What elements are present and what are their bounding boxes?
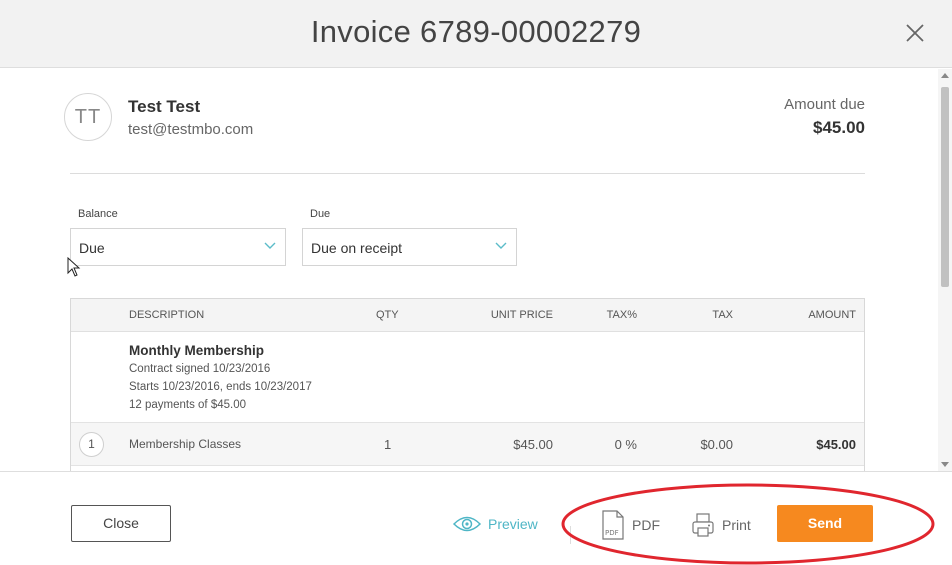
- amount-due-value: $45.00: [813, 118, 865, 137]
- table-row: 1 Membership Classes 1 $45.00 0 % $0.00 …: [71, 422, 864, 466]
- balance-label: Balance: [78, 208, 118, 220]
- scrollbar[interactable]: [938, 69, 952, 471]
- item-detail: Contract signed 10/23/2016: [129, 363, 271, 375]
- due-select[interactable]: Due on receipt: [302, 228, 517, 266]
- preview-label: Preview: [488, 516, 538, 532]
- pdf-icon: PDF: [602, 510, 624, 540]
- customer-email: test@testmbo.com: [128, 121, 254, 138]
- divider: [70, 173, 865, 174]
- chevron-down-icon: [264, 242, 276, 249]
- printer-icon: [692, 513, 714, 537]
- modal-header: Invoice 6789-00002279: [0, 0, 952, 68]
- mouse-cursor-icon: [67, 257, 81, 277]
- print-label: Print: [722, 517, 751, 533]
- invoice-content[interactable]: TT Test Test test@testmbo.com Amount due…: [0, 69, 938, 471]
- line-unit-price: $45.00: [513, 437, 553, 452]
- amount-due-label: Amount due: [784, 96, 865, 113]
- send-button[interactable]: Send: [777, 505, 873, 542]
- pdf-label: PDF: [632, 517, 660, 533]
- item-title: Monthly Membership: [129, 343, 265, 358]
- avatar: TT: [64, 93, 112, 141]
- due-select-value: Due on receipt: [311, 240, 403, 256]
- line-number: 1: [79, 432, 104, 457]
- line-amount: $45.00: [816, 437, 856, 452]
- item-detail: 12 payments of $45.00: [129, 399, 246, 411]
- close-icon[interactable]: [904, 22, 926, 44]
- col-description: DESCRIPTION: [129, 309, 205, 321]
- customer-name: Test Test: [128, 97, 201, 116]
- print-button[interactable]: Print: [691, 511, 761, 539]
- col-qty: QTY: [376, 309, 399, 321]
- chevron-down-icon: [495, 242, 507, 249]
- line-description: Membership Classes: [129, 437, 242, 451]
- line-tax: $0.00: [700, 437, 733, 452]
- svg-text:PDF: PDF: [605, 529, 619, 537]
- scroll-down-arrow[interactable]: [941, 462, 949, 467]
- modal-footer: Close Preview PDF PDF Print Send: [0, 471, 952, 565]
- close-button[interactable]: Close: [71, 505, 171, 542]
- due-label: Due: [310, 208, 331, 220]
- line-qty: 1: [384, 437, 392, 452]
- scroll-up-arrow[interactable]: [941, 73, 949, 78]
- invoice-title: Invoice 6789-00002279: [310, 14, 642, 49]
- invoice-items-table: DESCRIPTION QTY UNIT PRICE TAX% TAX AMOU…: [70, 298, 865, 471]
- col-amount: AMOUNT: [808, 309, 856, 321]
- item-detail: Starts 10/23/2016, ends 10/23/2017: [129, 381, 312, 393]
- balance-select[interactable]: Due: [70, 228, 286, 266]
- table-header: DESCRIPTION QTY UNIT PRICE TAX% TAX AMOU…: [71, 299, 864, 332]
- col-unit-price: UNIT PRICE: [490, 309, 553, 321]
- eye-icon: [452, 516, 482, 532]
- line-tax-pct: 0 %: [614, 437, 637, 452]
- divider: [570, 526, 571, 544]
- balance-select-value: Due: [79, 240, 105, 256]
- col-tax: TAX: [712, 309, 733, 321]
- close-modal-button[interactable]: [904, 22, 926, 44]
- scrollbar-thumb[interactable]: [941, 87, 949, 287]
- pdf-button[interactable]: PDF PDF: [601, 510, 671, 540]
- col-tax-pct: TAX%: [606, 309, 637, 321]
